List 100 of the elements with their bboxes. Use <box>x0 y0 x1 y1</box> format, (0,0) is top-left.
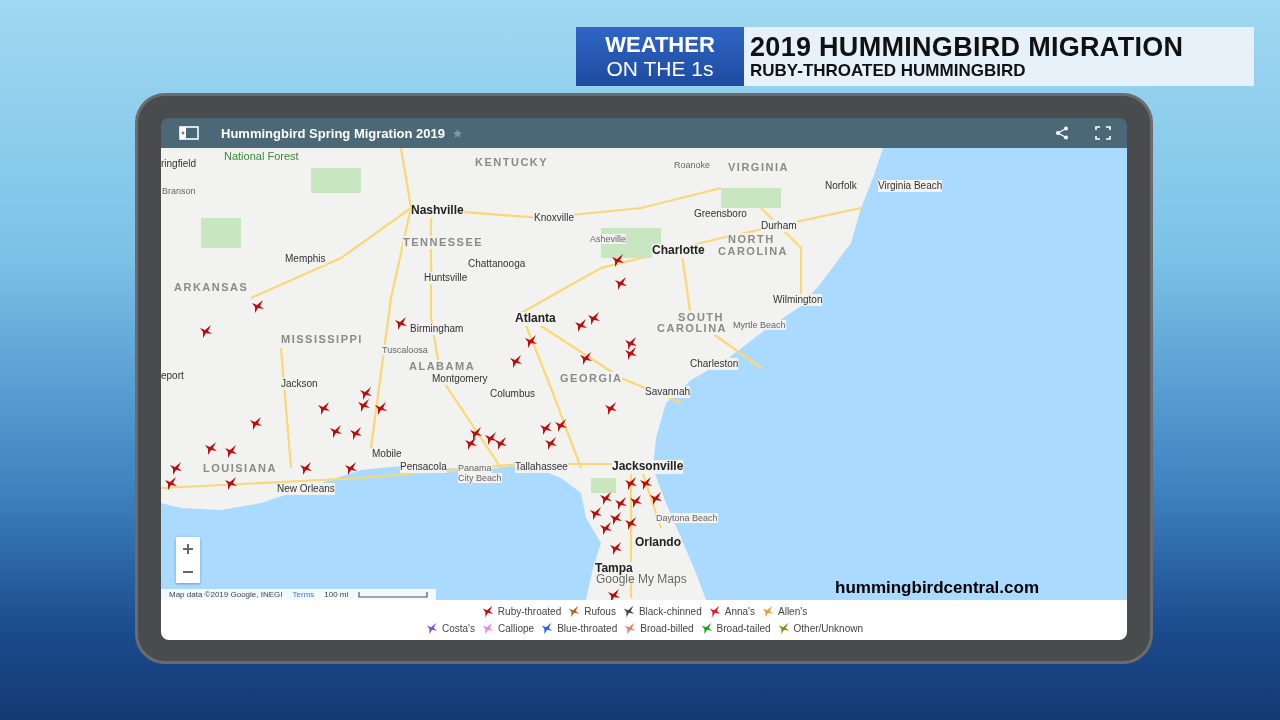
map-place-label: Jacksonville <box>612 460 684 474</box>
fullscreen-icon[interactable] <box>1095 126 1111 140</box>
hummingbird-marker-icon[interactable] <box>625 477 637 490</box>
hummingbird-marker-icon[interactable] <box>165 477 177 490</box>
source-credit: hummingbirdcentral.com <box>835 578 1040 598</box>
map-place-label: VIRGINIA <box>728 161 789 174</box>
hummingbird-marker-icon[interactable] <box>330 425 342 438</box>
hummingbird-marker-icon[interactable] <box>625 347 637 360</box>
map-place-label: Columbus <box>490 388 536 400</box>
map-place-label: KENTUCKY <box>475 156 549 169</box>
hummingbird-marker-icon[interactable] <box>225 445 237 458</box>
hummingbird-marker-icon[interactable] <box>605 402 617 415</box>
hummingbird-marker-icon[interactable] <box>350 427 362 440</box>
hummingbird-marker-icon[interactable] <box>650 492 662 505</box>
hummingbird-marker-icon[interactable] <box>495 437 507 450</box>
hummingbird-marker-icon[interactable] <box>375 402 387 415</box>
zoom-in-button[interactable] <box>176 537 200 560</box>
hummingbird-marker-icon[interactable] <box>170 462 182 475</box>
map-place-label: ringfield <box>161 158 197 170</box>
map-place-label: Birmingham <box>410 323 464 335</box>
map-place-label: National Forest <box>224 150 299 163</box>
map-place-label: Memphis <box>285 253 326 265</box>
map-place-label: Jackson <box>281 378 318 390</box>
legend-label: Calliope <box>498 623 535 634</box>
map-place-label: Huntsville <box>424 272 468 284</box>
hummingbird-marker-icon[interactable] <box>590 507 602 520</box>
map-place-label: Norfolk <box>825 180 857 192</box>
hummingbird-marker-icon[interactable] <box>615 497 627 510</box>
hummingbird-marker-icon[interactable] <box>360 387 372 400</box>
hummingbird-marker-icon[interactable] <box>345 462 357 475</box>
legend-label: Black-chinned <box>638 606 702 617</box>
legend-label: Broad-billed <box>640 623 694 634</box>
map-place-label: Daytona Beach <box>656 513 718 524</box>
map-place-label: Tallahassee <box>515 461 568 473</box>
hummingbird-marker-icon[interactable] <box>300 462 312 475</box>
hummingbird-marker-icon[interactable] <box>615 277 627 290</box>
hummingbird-marker-icon[interactable] <box>470 427 482 440</box>
legend-label: Other/Unknown <box>793 623 863 634</box>
map-place-label: Myrtle Beach <box>733 320 786 331</box>
map-place-label: Pensacola <box>400 461 447 473</box>
map-place-label: Mobile <box>372 448 402 460</box>
hummingbird-marker-icon[interactable] <box>250 417 262 430</box>
legend-label: Costa's <box>442 623 476 634</box>
legend-label: Ruby-throated <box>497 606 562 617</box>
hummingbird-marker-icon[interactable] <box>588 312 600 325</box>
map-place-label: Chattanooga <box>468 258 526 270</box>
map-place-label: Roanoke <box>674 160 711 171</box>
hummingbird-marker-icon[interactable] <box>465 437 477 450</box>
hummingbird-marker-icon[interactable] <box>630 495 642 508</box>
map-place-label: TENNESSEE <box>403 236 484 249</box>
hummingbird-marker-icon[interactable] <box>600 522 612 535</box>
hummingbird-marker-icon[interactable] <box>395 317 407 330</box>
hummingbird-marker-icon[interactable] <box>252 300 264 313</box>
legend-label: Anna's <box>724 606 755 617</box>
hummingbird-marker-icon[interactable] <box>545 437 557 450</box>
hummingbird-marker-icon[interactable] <box>600 492 612 505</box>
map-place-label: GEORGIA <box>560 372 623 385</box>
star-icon[interactable] <box>452 128 462 138</box>
hummingbird-marker-icon[interactable] <box>358 399 370 412</box>
hummingbird-marker-icon[interactable] <box>525 335 537 348</box>
hummingbird-marker-icon[interactable] <box>318 402 330 415</box>
map-place-label: Tuscaloosa <box>382 345 428 356</box>
hummingbird-marker-icon[interactable] <box>540 422 552 435</box>
hummingbird-marker-icon[interactable] <box>625 517 637 530</box>
hummingbird-marker-icon[interactable] <box>510 355 522 368</box>
map-place-label: CAROLINA <box>657 322 728 335</box>
hummingbird-marker-icon[interactable] <box>625 337 637 350</box>
map-place-label: eport <box>161 370 184 382</box>
map-place-label: Nashville <box>411 204 464 218</box>
brand-text: WEATHER <box>605 34 715 56</box>
hummingbird-marker-icon[interactable] <box>205 442 217 455</box>
hummingbird-marker-icon[interactable] <box>610 512 622 525</box>
hummingbird-marker-icon[interactable] <box>612 254 624 267</box>
zoom-out-button[interactable] <box>176 560 200 583</box>
map-place-label: Charlotte <box>652 244 705 258</box>
map-place-label: Durham <box>761 220 797 232</box>
hummingbird-marker-icon[interactable] <box>555 419 567 432</box>
map-place-label: MISSISSIPPI <box>281 333 363 346</box>
hummingbird-marker-icon[interactable] <box>608 589 620 600</box>
hummingbird-marker-icon[interactable] <box>580 352 592 365</box>
scale-label: 100 mi <box>324 590 349 599</box>
legend-label: Rufous <box>584 606 616 617</box>
hummingbird-marker-icon[interactable] <box>225 477 237 490</box>
hummingbird-marker-icon[interactable] <box>575 319 587 332</box>
legend-label: Allen's <box>778 606 808 617</box>
subheadline: RUBY-THROATED HUMMINGBIRD <box>750 61 1027 80</box>
map-place-label: Knoxville <box>534 212 575 224</box>
map-place-label: Panama <box>458 463 492 474</box>
sidebar-icon[interactable] <box>179 126 199 140</box>
map-place-label: ARKANSAS <box>174 281 249 294</box>
map-place-label: Wilmington <box>773 294 823 306</box>
hummingbird-marker-icon[interactable] <box>640 477 652 490</box>
terms-link[interactable]: Terms <box>292 590 315 599</box>
hummingbird-marker-icon[interactable] <box>610 542 622 555</box>
map-place-label: CAROLINA <box>718 245 789 258</box>
hummingbird-marker-icon[interactable] <box>200 325 212 338</box>
legend-label: Broad-tailed <box>716 623 771 634</box>
map-place-label: Montgomery <box>432 373 488 385</box>
hummingbird-marker-icon[interactable] <box>485 432 497 445</box>
share-icon[interactable] <box>1055 126 1069 140</box>
